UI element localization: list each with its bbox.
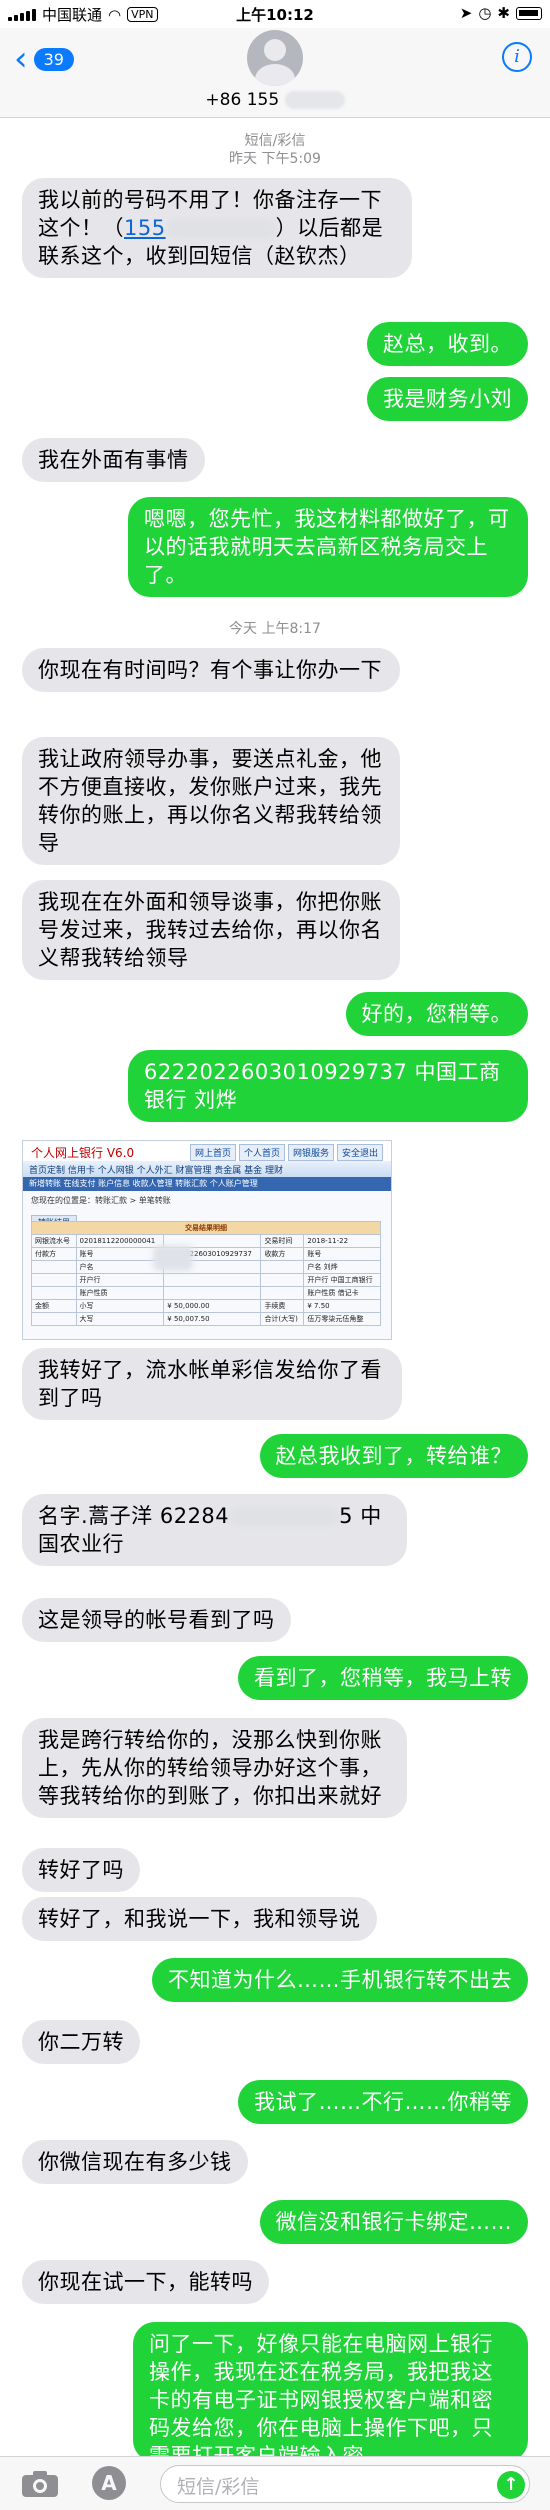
bank-version: V6.0 — [106, 1146, 135, 1160]
info-icon[interactable]: i — [502, 42, 532, 72]
message-bubble-incoming[interactable]: 我是跨行转给你的，没那么快到你账上，先从你的转给领导办好这个事，等我转给你的到账… — [22, 1718, 407, 1818]
phone-link[interactable]: 155 — [124, 216, 166, 240]
message-bubble-outgoing[interactable]: 我是财务小刘 — [367, 377, 528, 421]
bank-header: 个人网上银行 V6.0 网上首页 个人首页 网银服务 安全退出 — [23, 1141, 391, 1161]
message-bubble-outgoing[interactable]: 微信没和银行卡绑定…… — [259, 2200, 528, 2244]
table-row: 大写 ¥ 50,007.50 合计(大写) 伍万零柒元伍角整 — [31, 1312, 381, 1326]
section-time: 昨天 下午5:09 — [229, 151, 321, 167]
section-time: 今天 上午8:17 — [229, 621, 321, 637]
table-row: 户名 户名 刘烨 — [31, 1260, 381, 1274]
message-bubble-incoming[interactable]: 名字.蒿子洋 62284 5 中国农业行 — [22, 1494, 407, 1566]
message-input[interactable]: 短信/彩信 — [160, 2465, 530, 2503]
contact-avatar[interactable] — [247, 30, 303, 86]
bank-tab: 网银服务 — [287, 1144, 334, 1161]
message-bubble-outgoing[interactable]: 问了一下，好像只能在电脑网上银行操作，我现在还在税务局，我把我这卡的有电子证书网… — [133, 2322, 528, 2462]
message-bubble-outgoing[interactable]: 赵总，收到。 — [367, 322, 528, 366]
message-bubble-incoming[interactable]: 我在外面有事情 — [22, 438, 205, 482]
message-bubble-incoming[interactable]: 我转好了，流水帐单彩信发给你了看到了吗 — [22, 1348, 402, 1420]
bank-tab: 个人首页 — [238, 1144, 285, 1161]
bluetooth-icon: ✱ — [497, 4, 510, 22]
message-bubble-incoming[interactable]: 我以前的号码不用了！你备注存一下这个！（155 ）以后都是联系这个，收到回短信（赵… — [22, 178, 412, 278]
bank-title: 个人网上银行 — [31, 1146, 104, 1160]
table-row: 开户行 开户行 中国工商银行 — [31, 1273, 381, 1287]
bank-nav: 首页定制 信用卡 个人网银 个人外汇 财富管理 贵金属 基金 理财 — [23, 1161, 391, 1177]
battery-icon — [516, 6, 542, 20]
message-bubble-incoming[interactable]: 你现在有时间吗？有个事让你办一下 — [22, 648, 400, 692]
table-title: 交易结果明细 — [31, 1221, 381, 1235]
message-bubble-incoming[interactable]: 转好了吗 — [22, 1848, 140, 1892]
send-arrow-icon[interactable]: ↑ — [497, 2471, 525, 2499]
message-bubble-incoming[interactable]: 你二万转 — [22, 2020, 140, 2064]
section-title: 短信/彩信 — [244, 133, 306, 149]
table-row: 网银流水号 02018112200000041 交易时间 2018-11-22 — [31, 1234, 381, 1248]
message-bubble-outgoing[interactable]: 赵总我收到了，转给谁？ — [259, 1434, 528, 1478]
unread-count-badge: 39 — [33, 47, 74, 71]
table-row: 付款方 账号 6222022603010929737 收款方 账号 — [31, 1247, 381, 1261]
camera-icon[interactable] — [20, 2467, 60, 2499]
message-bubble-outgoing[interactable]: 我试了……不行……你稍等 — [238, 2080, 528, 2124]
contact-number[interactable]: +86 155 — [0, 90, 550, 110]
message-bubble-incoming[interactable]: 你微信现在有多少钱 — [22, 2140, 248, 2184]
message-bubble-outgoing[interactable]: 不知道为什么……手机银行转不出去 — [152, 1958, 528, 2002]
bank-breadcrumb: 您现在的位置是：转账汇款 > 单笔转账 — [31, 1196, 171, 1205]
contact-number-text: +86 155 — [205, 90, 280, 110]
conversation-header: ‹ 39 +86 155 i — [0, 28, 550, 118]
message-bubble-outgoing[interactable]: 好的，您稍等。 — [345, 992, 528, 1036]
message-bubble-incoming[interactable]: 我现在在外面和领导谈事，你把你账号发过来，我转过去给你，再以你名义帮我转给领导 — [22, 880, 400, 980]
message-text: 名字.蒿子洋 62284 — [38, 1504, 230, 1528]
message-bubble-incoming[interactable]: 我让政府领导办事，要送点礼金，他不方便直接收，发你账户过来，我先转你的账上，再以… — [22, 737, 400, 865]
transaction-table: 交易结果明细 网银流水号 02018112200000041 交易时间 2018-11… — [31, 1221, 381, 1326]
message-bubble-outgoing[interactable]: 嗯嗯，您先忙，我这材料都做好了，可以的话我就明天去高新区税务局交上了。 — [128, 497, 528, 597]
message-bubble-incoming[interactable]: 这是领导的帐号看到了吗 — [22, 1598, 291, 1642]
redacted-name-mask — [153, 1245, 193, 1271]
message-bubble-incoming[interactable]: 你现在试一下，能转吗 — [22, 2260, 269, 2304]
bank-subnav: 新增转账 在线支付 账户信息 收款人管理 转账汇款 个人账户管理 — [23, 1177, 391, 1191]
status-bar: 中国联通 ◠ VPN 上午10:12 ➤ ◷ ✱ — [0, 0, 550, 28]
location-icon: ➤ — [459, 4, 473, 22]
back-button[interactable]: ‹ 39 — [14, 39, 74, 79]
alarm-icon: ◷ — [478, 4, 492, 22]
redacted-number-mask — [229, 1507, 340, 1527]
bank-tab: 网上首页 — [189, 1144, 236, 1161]
chevron-left-icon: ‹ — [14, 39, 28, 79]
message-bubble-outgoing[interactable]: 6222022603010929737 中国工商银行 刘烨 — [128, 1050, 528, 1122]
message-bubble-outgoing[interactable]: 看到了，您稍等，我马上转 — [238, 1656, 528, 1700]
bank-tab: 安全退出 — [336, 1144, 383, 1161]
table-row: 账户性质 账户性质 借记卡 — [31, 1286, 381, 1300]
app-store-icon[interactable]: A — [92, 2466, 126, 2500]
redacted-number-mask — [165, 219, 276, 239]
composer-bar: A 短信/彩信 ↑ — [0, 2456, 550, 2510]
message-bubble-incoming[interactable]: 转好了，和我说一下，我和领导说 — [22, 1897, 377, 1941]
redacted-number-mask — [284, 91, 345, 109]
bank-transfer-screenshot[interactable]: 个人网上银行 V6.0 网上首页 个人首页 网银服务 安全退出 首页定制 信用卡 个人… — [22, 1140, 392, 1340]
table-row: 金额 小写 ¥ 50,000.00 手续费 ¥ 7.50 — [31, 1299, 381, 1313]
